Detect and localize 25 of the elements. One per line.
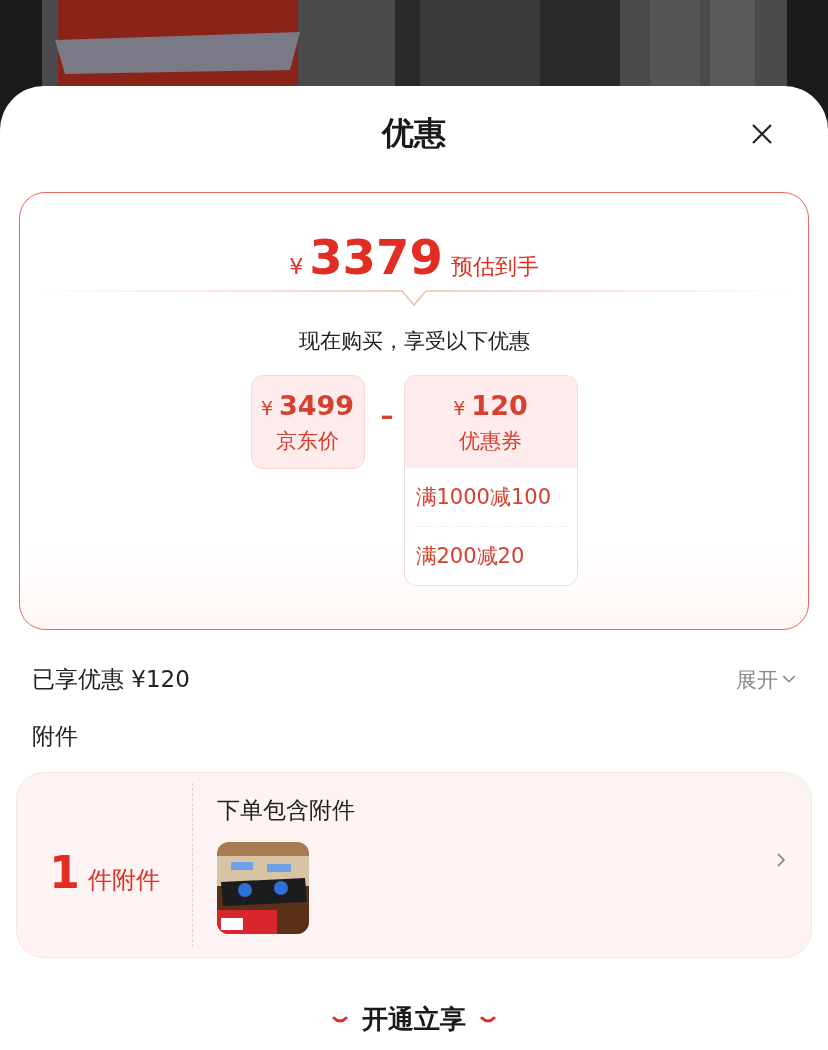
accessory-count: 1 [49,847,80,898]
coupon-rule: 满200减20 [414,526,567,585]
coupon-rule: 满1000减100 [414,484,553,511]
price-label: 京东价 [276,427,339,455]
sheet-title: 优惠 [382,113,446,154]
curve-icon [332,1015,348,1024]
coupon-amount: ¥ 120 [453,389,528,421]
expand-button[interactable]: 展开 [736,665,796,694]
estimate-label: 预估到手 [450,253,539,281]
accessory-unit: 件附件 [87,865,160,896]
enjoyed-discount: 已享优惠 ¥120 [32,665,190,694]
accessory-card[interactable]: 1 件附件 下单包含附件 [16,772,812,958]
chevron-down-icon [782,675,796,684]
accessory-title: 下单包含附件 [217,796,355,825]
price-amount: ¥ 3499 [260,389,355,421]
minus-sign: – [380,401,394,431]
estimated-price: 3379 [309,229,443,285]
chevron-right-icon [777,853,785,867]
subtitle: 现在购买，享受以下优惠 [298,328,530,355]
section-heading: 附件 [32,722,79,751]
currency-symbol: ¥ [289,254,304,279]
coupon-label: 优惠券 [459,427,522,455]
curve-icon [480,1015,496,1024]
activate-label[interactable]: 开通立享 [362,1002,466,1037]
close-icon[interactable] [750,122,774,146]
